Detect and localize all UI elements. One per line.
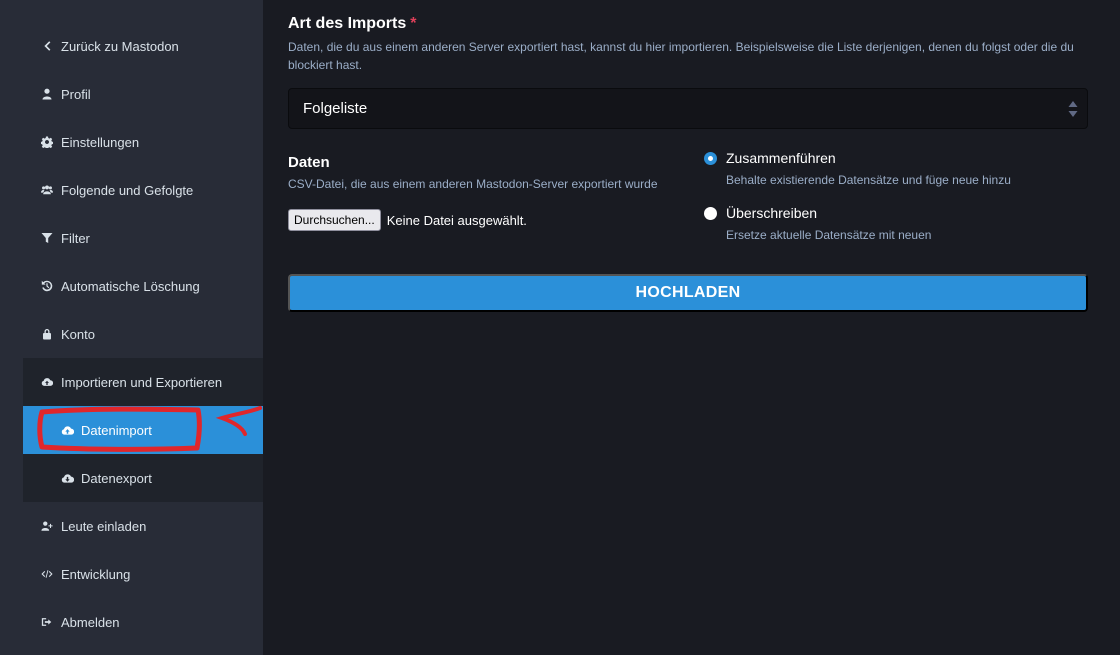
overwrite-radio[interactable]	[704, 206, 717, 220]
sidebar-item-logout[interactable]: Abmelden	[23, 598, 263, 646]
history-icon	[40, 279, 54, 293]
sidebar-item-label: Filter	[61, 230, 90, 246]
import-type-title: Art des Imports *	[288, 15, 416, 33]
sidebar-item-invites[interactable]: Leute einladen	[23, 502, 263, 550]
sidebar-item-development[interactable]: Entwicklung	[23, 550, 263, 598]
import-type-title-text: Art des Imports	[288, 15, 407, 32]
import-export-group: Importieren und Exportieren Datenimport …	[23, 358, 263, 502]
sidebar-item-label: Datenimport	[81, 422, 152, 438]
mode-option-overwrite: Überschreiben Ersetze aktuelle Datensätz…	[704, 205, 931, 242]
file-status: Keine Datei ausgewählt.	[386, 212, 527, 228]
code-icon	[40, 567, 54, 581]
sidebar-item-label: Einstellungen	[61, 134, 140, 150]
gear-icon	[40, 135, 54, 149]
sidebar-item-back[interactable]: Zurück zu Mastodon	[23, 22, 263, 70]
merge-hint: Behalte existierende Datensätze und füge…	[726, 173, 1011, 187]
sign-out-icon	[40, 615, 54, 629]
import-type-selected: Folgeliste	[303, 100, 368, 117]
cloud-download-icon	[60, 471, 74, 485]
browse-button[interactable]: Durchsuchen...	[288, 209, 381, 231]
sidebar-item-data-import[interactable]: Datenimport	[23, 406, 263, 454]
sidebar-item-label: Entwicklung	[61, 566, 131, 582]
sidebar-item-label: Folgende und Gefolgte	[61, 182, 194, 198]
sidebar-item-profile[interactable]: Profil	[23, 70, 263, 118]
user-plus-icon	[40, 519, 54, 533]
sidebar-item-account[interactable]: Konto	[23, 310, 263, 358]
merge-radio[interactable]	[704, 151, 717, 165]
sidebar-item-label: Datenexport	[81, 470, 152, 486]
cloud-upload-icon	[60, 423, 74, 437]
merge-label[interactable]: Zusammenführen	[726, 150, 836, 166]
filter-icon	[40, 231, 54, 245]
chevron-left-icon	[40, 39, 54, 53]
sidebar-item-settings[interactable]: Einstellungen	[23, 118, 263, 166]
sidebar-item-label: Profil	[61, 86, 91, 102]
sidebar-item-auto-delete[interactable]: Automatische Löschung	[23, 262, 263, 310]
overwrite-label[interactable]: Überschreiben	[726, 205, 817, 221]
sidebar-item-label: Importieren und Exportieren	[61, 374, 223, 390]
import-type-hint: Daten, die du aus einem anderen Server e…	[288, 40, 1074, 72]
sidebar-item-relationships[interactable]: Folgende und Gefolgte	[23, 166, 263, 214]
cloud-upload-icon	[40, 375, 54, 389]
file-input: Durchsuchen... Keine Datei ausgewählt.	[288, 209, 527, 231]
sidebar-item-label: Abmelden	[61, 614, 120, 630]
select-arrows-icon	[1068, 101, 1078, 117]
sidebar-item-label: Zurück zu Mastodon	[61, 38, 179, 54]
upload-button[interactable]: HOCHLADEN	[288, 274, 1088, 312]
sidebar-item-label: Konto	[61, 326, 95, 342]
overwrite-hint: Ersetze aktuelle Datensätze mit neuen	[726, 228, 932, 242]
sidebar-item-data-export[interactable]: Datenexport	[23, 454, 263, 502]
users-icon	[40, 183, 54, 197]
required-mark: *	[410, 15, 417, 32]
settings-sidebar: Zurück zu Mastodon Profil Einstellungen …	[23, 22, 263, 646]
sidebar-item-import-export[interactable]: Importieren und Exportieren	[23, 358, 263, 406]
data-hint: CSV-Datei, die aus einem anderen Mastodo…	[288, 177, 658, 191]
data-title: Daten	[288, 154, 330, 171]
mode-option-merge: Zusammenführen Behalte existierende Date…	[704, 150, 1011, 187]
sidebar-item-label: Automatische Löschung	[61, 278, 200, 294]
user-icon	[40, 87, 54, 101]
lock-icon	[40, 327, 54, 341]
import-type-select[interactable]: Folgeliste	[288, 88, 1088, 129]
sidebar-item-filters[interactable]: Filter	[23, 214, 263, 262]
sidebar-item-label: Leute einladen	[61, 518, 147, 534]
